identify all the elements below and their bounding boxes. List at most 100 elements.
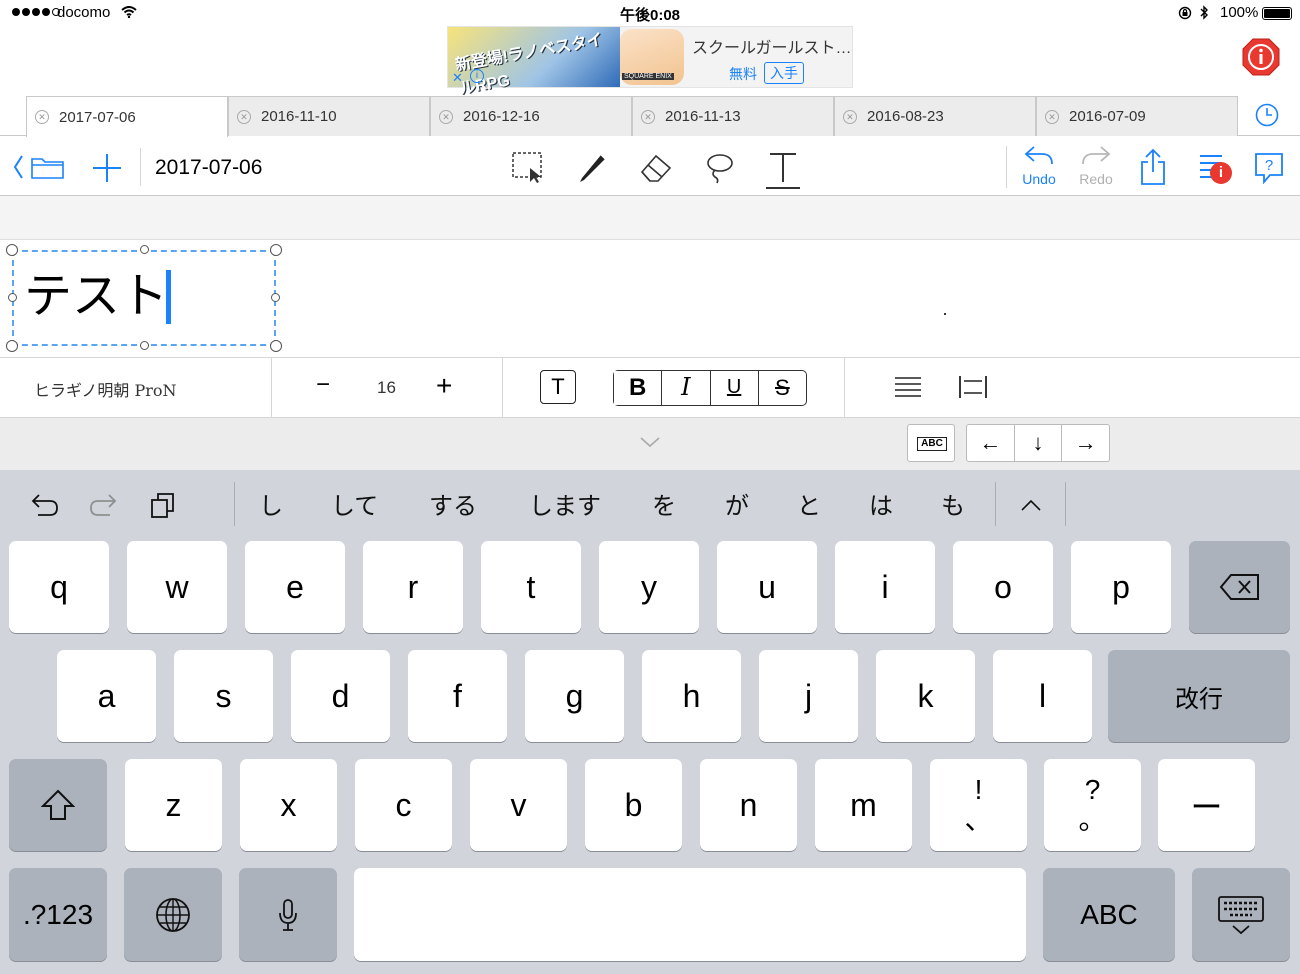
resize-handle-bottom-left[interactable] [6,340,18,352]
back-folder-icon[interactable] [12,152,68,182]
candidate-item[interactable]: と [797,486,821,521]
key-l[interactable]: l [993,650,1092,742]
candidate-item[interactable]: は [869,486,893,521]
cursor-right-button[interactable]: → [1062,425,1109,461]
tab-close-icon[interactable]: ✕ [641,109,655,124]
candidate-item[interactable]: を [652,486,676,521]
resize-handle-top-left[interactable] [6,244,18,256]
key-question-period[interactable]: ? 。 [1044,759,1141,851]
paste-icon[interactable] [149,490,177,520]
return-key[interactable]: 改行 [1108,650,1290,742]
key-g[interactable]: g [525,650,624,742]
strikethrough-button[interactable]: S [759,371,806,405]
italic-button[interactable]: I [662,371,711,405]
note-canvas[interactable]: テスト [0,240,1300,358]
key-i[interactable]: i [835,541,935,633]
text-tool-icon[interactable] [764,150,802,190]
key-a[interactable]: a [57,650,156,742]
text-box-style-button[interactable]: T [540,370,576,404]
key-b[interactable]: b [585,759,682,851]
resize-handle-bottom-right[interactable] [270,340,282,352]
ad-get-button[interactable]: 入手 [764,62,804,84]
delete-key[interactable] [1189,541,1290,633]
resize-handle-top-right[interactable] [270,244,282,256]
numbers-key[interactable]: .?123 [9,868,107,961]
cursor-left-button[interactable]: ← [967,425,1015,461]
tab-2016-12-16[interactable]: ✕ 2016-12-16 [430,96,632,136]
help-icon[interactable]: ? [1254,152,1284,184]
font-size-increase-button[interactable]: + [436,370,452,402]
underline-button[interactable]: U [711,371,759,405]
tab-2016-08-23[interactable]: ✕ 2016-08-23 [834,96,1036,136]
resize-handle-left[interactable] [8,293,17,302]
dictation-key[interactable] [239,868,337,961]
eraser-icon[interactable] [638,150,674,184]
resize-handle-right[interactable] [271,293,280,302]
tab-2017-07-06[interactable]: ✕ 2017-07-06 [26,96,228,137]
key-e[interactable]: e [245,541,345,633]
history-clock-icon[interactable] [1255,103,1279,127]
ad-close-icon[interactable]: ✕ [452,70,463,86]
key-s[interactable]: s [174,650,273,742]
tab-close-icon[interactable]: ✕ [439,109,453,124]
key-d[interactable]: d [291,650,390,742]
lasso-icon[interactable] [703,150,737,184]
candidate-item[interactable]: する [429,486,477,521]
candidate-item[interactable]: が [725,486,749,521]
line-spacing-icon[interactable] [958,374,988,400]
font-name-button[interactable]: ヒラギノ明朝 ProN [34,377,177,401]
font-size-decrease-button[interactable]: − [316,371,330,399]
key-w[interactable]: w [127,541,227,633]
key-o[interactable]: o [953,541,1053,633]
bold-button[interactable]: B [614,371,663,405]
candidate-item[interactable]: し [259,486,283,521]
tab-2016-11-10[interactable]: ✕ 2016-11-10 [228,96,430,136]
tab-2016-07-09[interactable]: ✕ 2016-07-09 [1036,96,1238,136]
key-p[interactable]: p [1071,541,1171,633]
key-v[interactable]: v [470,759,567,851]
key-c[interactable]: c [355,759,452,851]
text-box[interactable]: テスト [12,250,276,346]
keyboard-undo-icon[interactable] [30,492,60,518]
share-icon[interactable] [1139,148,1167,186]
text-frame-button[interactable]: ABC [907,424,955,462]
key-m[interactable]: m [815,759,912,851]
ad-info-icon[interactable]: i [470,69,484,83]
tab-2016-11-13[interactable]: ✕ 2016-11-13 [632,96,834,136]
resize-handle-top[interactable] [140,245,149,254]
tab-close-icon[interactable]: ✕ [35,110,49,124]
key-q[interactable]: q [9,541,109,633]
candidate-item[interactable]: します [529,486,601,521]
key-z[interactable]: z [125,759,222,851]
key-j[interactable]: j [759,650,858,742]
keyboard-redo-icon[interactable] [88,492,118,518]
shift-key[interactable] [9,759,107,851]
key-u[interactable]: u [717,541,817,633]
key-k[interactable]: k [876,650,975,742]
expand-candidates-icon[interactable] [1020,498,1042,512]
candidate-item[interactable]: も [941,486,965,521]
collapse-chevron-icon[interactable] [639,436,661,448]
key-long-dash[interactable]: ー [1158,759,1255,851]
alert-octagon-icon[interactable] [1242,38,1280,76]
dismiss-keyboard-key[interactable] [1192,868,1290,961]
pen-icon[interactable] [576,150,610,184]
add-page-icon[interactable] [91,152,123,184]
key-x[interactable]: x [240,759,337,851]
resize-handle-bottom[interactable] [140,341,149,350]
key-exclaim-comma[interactable]: ! 、 [930,759,1027,851]
tab-close-icon[interactable]: ✕ [1045,109,1059,124]
align-justify-icon[interactable] [894,375,922,399]
page-list-button[interactable]: i [1198,152,1238,188]
globe-key[interactable] [124,868,222,961]
ad-banner[interactable]: 新登場!ラノベスタイルRPG SQUARE ENIX スクールガールスト… 無料… [447,26,853,98]
key-r[interactable]: r [363,541,463,633]
undo-button[interactable]: Undo [1016,144,1062,190]
tab-close-icon[interactable]: ✕ [843,109,857,124]
abc-key[interactable]: ABC [1043,868,1175,961]
key-h[interactable]: h [642,650,741,742]
key-y[interactable]: y [599,541,699,633]
space-key[interactable] [354,868,1026,961]
select-icon[interactable] [510,150,550,184]
text-box-content[interactable]: テスト [24,266,168,326]
